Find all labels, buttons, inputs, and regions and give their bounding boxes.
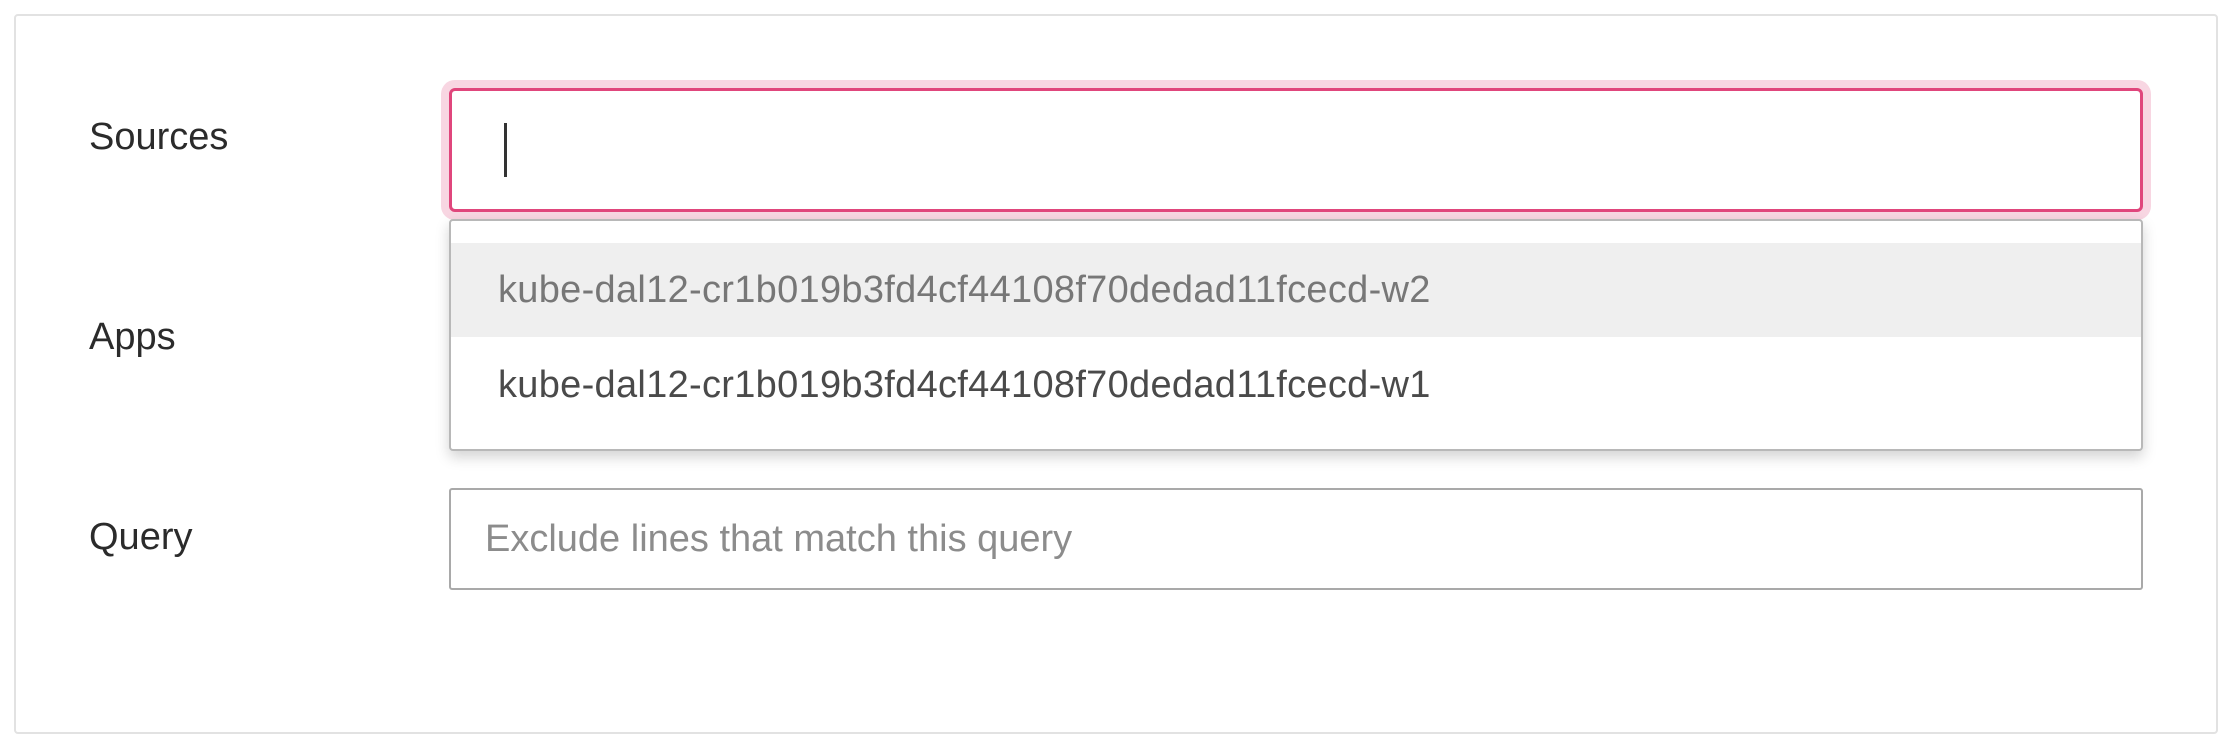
text-caret — [504, 123, 507, 177]
query-label: Query — [89, 516, 193, 558]
sources-label: Sources — [89, 116, 229, 158]
query-field[interactable] — [449, 488, 2143, 590]
apps-label: Apps — [89, 316, 176, 358]
query-input[interactable] — [483, 516, 2141, 562]
dropdown-option-w2[interactable]: kube-dal12-cr1b019b3fd4cf44108f70dedad11… — [451, 243, 2141, 337]
sources-dropdown: kube-dal12-cr1b019b3fd4cf44108f70dedad11… — [449, 219, 2143, 451]
dropdown-option-w1[interactable]: kube-dal12-cr1b019b3fd4cf44108f70dedad11… — [451, 338, 2141, 432]
sources-input[interactable] — [449, 88, 2143, 212]
